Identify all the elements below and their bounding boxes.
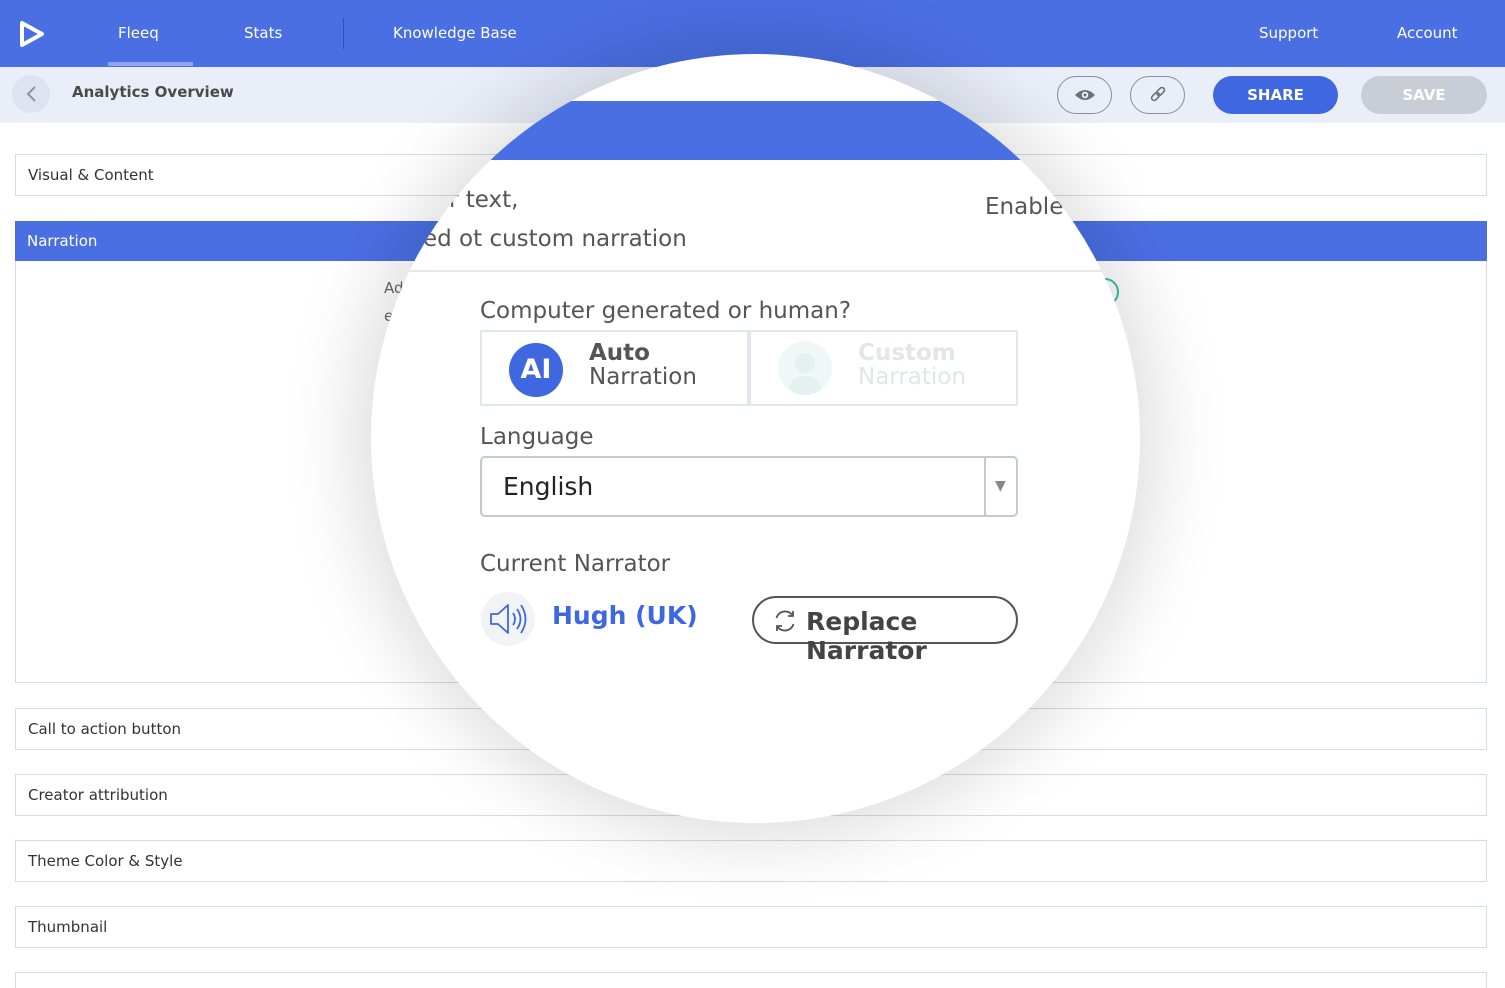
custom-narration-option[interactable]: Custom Narration bbox=[749, 330, 1018, 406]
language-label: Language bbox=[480, 424, 594, 450]
divider bbox=[371, 270, 1140, 272]
magnified-text-line: ed ot custom narration bbox=[423, 226, 687, 252]
panel-label: Thumbnail bbox=[28, 918, 108, 936]
panel-label: Narration bbox=[27, 232, 98, 250]
nav-item-account[interactable]: Account bbox=[1397, 0, 1458, 67]
nav-active-indicator bbox=[108, 62, 193, 66]
auto-narration-option[interactable]: AI Auto Narration bbox=[480, 330, 749, 406]
refresh-icon bbox=[775, 610, 795, 632]
panel-theme-color-style[interactable]: Theme Color & Style bbox=[15, 840, 1487, 882]
replace-narrator-label: Replace Narrator bbox=[806, 607, 927, 665]
replace-narrator-button[interactable]: Replace Narrator bbox=[752, 596, 1018, 665]
nav-item-support[interactable]: Support bbox=[1259, 0, 1318, 67]
nav-item-fleeq[interactable]: Fleeq bbox=[118, 0, 159, 67]
language-select[interactable]: English ▼ bbox=[480, 456, 1018, 517]
magnifier-overlay: r text, ed ot custom narration Enable . … bbox=[371, 54, 1140, 823]
narration-type-question: Computer generated or human? bbox=[480, 298, 852, 324]
panel-label: Visual & Content bbox=[28, 166, 154, 184]
caret-down-icon: ▼ bbox=[995, 478, 1006, 494]
panel-label: Theme Color & Style bbox=[28, 852, 183, 870]
option-title: Auto bbox=[589, 340, 650, 366]
language-selected-value: English bbox=[503, 472, 594, 501]
fleeq-logo-icon[interactable] bbox=[18, 20, 46, 48]
option-subtitle: Narration bbox=[858, 364, 966, 390]
panel-partial[interactable] bbox=[15, 972, 1487, 988]
page-title: Analytics Overview bbox=[72, 83, 234, 101]
link-icon bbox=[1150, 86, 1165, 102]
panel-thumbnail[interactable]: Thumbnail bbox=[15, 906, 1487, 948]
current-narrator-label: Current Narrator bbox=[480, 551, 671, 577]
eye-icon bbox=[1074, 90, 1095, 100]
user-avatar-icon bbox=[778, 341, 832, 395]
select-divider bbox=[984, 458, 986, 515]
back-button[interactable] bbox=[12, 75, 50, 113]
magnified-text-line: r text, bbox=[449, 187, 519, 213]
narrator-name[interactable]: Hugh (UK) bbox=[552, 601, 698, 630]
chevron-left-icon bbox=[26, 86, 36, 102]
nav-divider bbox=[343, 18, 344, 49]
option-title: Custom bbox=[858, 340, 956, 366]
share-button[interactable]: SHARE bbox=[1213, 76, 1338, 114]
save-button[interactable]: SAVE bbox=[1361, 76, 1487, 114]
panel-label: Creator attribution bbox=[28, 786, 168, 804]
magnified-header-band bbox=[371, 101, 1140, 160]
magnified-enable-text: Enable . bbox=[985, 194, 1078, 220]
ai-badge-icon: AI bbox=[509, 343, 563, 397]
speaker-icon[interactable] bbox=[481, 592, 535, 646]
option-subtitle: Narration bbox=[589, 364, 697, 390]
nav-item-stats[interactable]: Stats bbox=[244, 0, 282, 67]
nav-item-knowledge-base[interactable]: Knowledge Base bbox=[393, 0, 517, 67]
panel-label: Call to action button bbox=[28, 720, 182, 738]
